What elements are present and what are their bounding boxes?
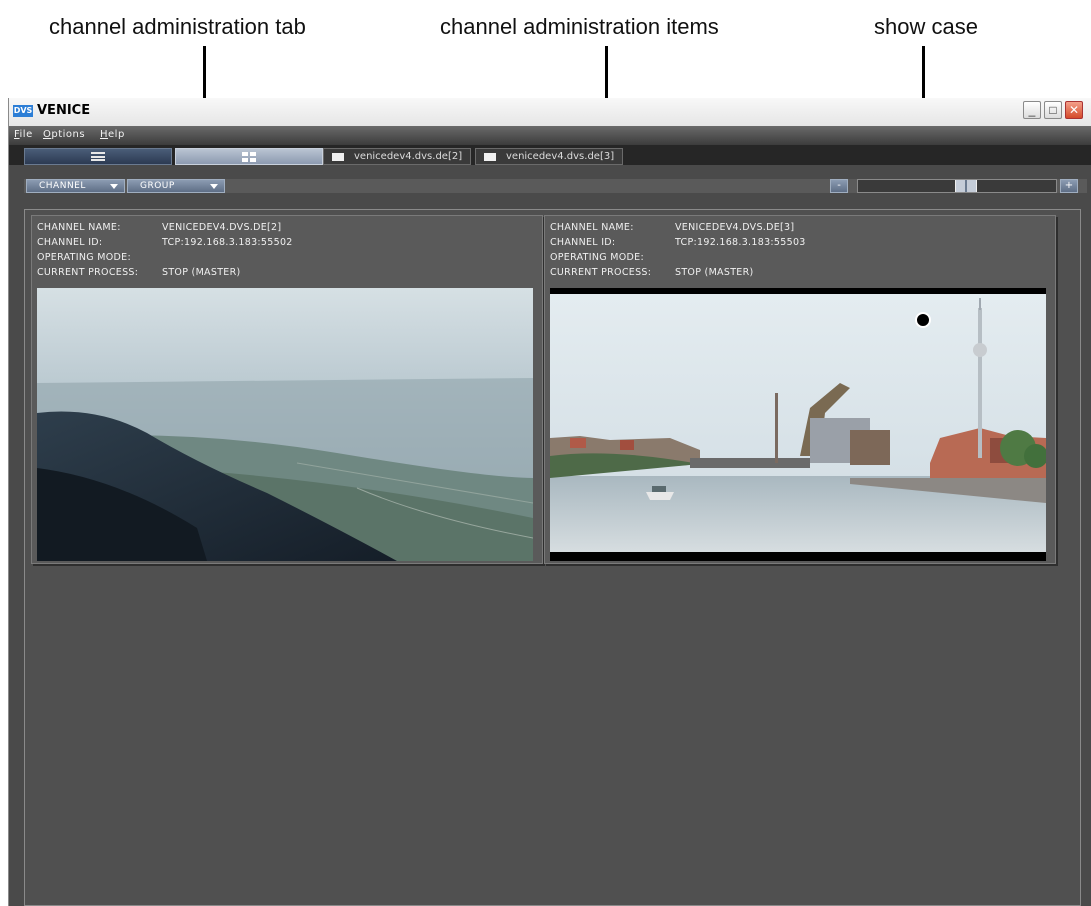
- menu-options[interactable]: Options: [43, 129, 85, 140]
- channel-dropdown[interactable]: CHANNEL: [26, 179, 125, 193]
- operating-mode-row: OPERATING MODE:: [37, 250, 537, 265]
- channel-name-value: VENICEDEV4.DVS.DE[2]: [162, 222, 282, 233]
- landscape-image: [37, 288, 533, 561]
- channel-name-row: CHANNEL NAME: VENICEDEV4.DVS.DE[3]: [550, 220, 1050, 235]
- channel-id-value: TCP:192.168.3.183:55503: [675, 237, 806, 248]
- channel-id-label: CHANNEL ID:: [37, 237, 103, 248]
- current-process-label: CURRENT PROCESS:: [37, 267, 139, 278]
- menu-file[interactable]: File: [14, 129, 33, 140]
- channel-administration-toolbar: CHANNEL GROUP - +: [9, 165, 1091, 197]
- chevron-down-icon: [210, 184, 218, 189]
- tab-channel-2-label: venicedev4.dvs.de[2]: [354, 151, 463, 162]
- zoom-slider-thumb[interactable]: [955, 180, 977, 192]
- channel-id-value: TCP:192.168.3.183:55502: [162, 237, 293, 248]
- tab-list-view[interactable]: [24, 148, 172, 165]
- view-tab-bar: venicedev4.dvs.de[2] venicedev4.dvs.de[3…: [9, 145, 1091, 165]
- app-logo-icon: DVS: [13, 105, 33, 117]
- channel-info: CHANNEL NAME: VENICEDEV4.DVS.DE[2] CHANNE…: [37, 220, 537, 280]
- channel-name-row: CHANNEL NAME: VENICEDEV4.DVS.DE[2]: [37, 220, 537, 235]
- app-window: DVS VENICE _ □ ✕ File Options Help venic…: [8, 98, 1091, 906]
- tab-channel-3-label: venicedev4.dvs.de[3]: [506, 151, 615, 162]
- close-button[interactable]: ✕: [1065, 101, 1083, 119]
- zoom-slider[interactable]: [857, 179, 1057, 193]
- channel-info: CHANNEL NAME: VENICEDEV4.DVS.DE[3] CHANNE…: [550, 220, 1050, 280]
- zoom-in-button[interactable]: +: [1060, 179, 1078, 193]
- callout-label-items: channel administration items: [440, 14, 719, 39]
- operating-mode-label: OPERATING MODE:: [550, 252, 644, 263]
- channel-name-label: CHANNEL NAME:: [37, 222, 121, 233]
- menu-help[interactable]: Help: [100, 129, 125, 140]
- group-dropdown[interactable]: GROUP: [127, 179, 225, 193]
- monitor-icon: [484, 153, 496, 161]
- channel-panel[interactable]: CHANNEL NAME: VENICEDEV4.DVS.DE[2] CHANNE…: [31, 215, 543, 564]
- zoom-out-button[interactable]: -: [830, 179, 848, 193]
- list-view-icon: [91, 152, 105, 161]
- maximize-button[interactable]: □: [1044, 101, 1062, 119]
- channel-id-label: CHANNEL ID:: [550, 237, 616, 248]
- channel-id-row: CHANNEL ID: TCP:192.168.3.183:55503: [550, 235, 1050, 250]
- tab-channel-administration[interactable]: [175, 148, 323, 165]
- monitor-icon: [332, 153, 344, 161]
- grid-view-icon: [242, 152, 256, 162]
- current-process-label: CURRENT PROCESS:: [550, 267, 652, 278]
- group-dropdown-label: GROUP: [140, 181, 175, 191]
- chevron-down-icon: [110, 184, 118, 189]
- current-process-row: CURRENT PROCESS: STOP (MASTER): [37, 265, 537, 280]
- tab-channel-3[interactable]: venicedev4.dvs.de[3]: [475, 148, 623, 165]
- river-image: [550, 294, 1046, 552]
- channel-name-value: VENICEDEV4.DVS.DE[3]: [675, 222, 795, 233]
- window-title: VENICE: [37, 103, 91, 118]
- channel-panel[interactable]: CHANNEL NAME: VENICEDEV4.DVS.DE[3] CHANNE…: [544, 215, 1056, 564]
- current-process-value: STOP (MASTER): [675, 267, 754, 278]
- video-preview-landscape[interactable]: [37, 288, 533, 561]
- current-process-row: CURRENT PROCESS: STOP (MASTER): [550, 265, 1050, 280]
- channel-dropdown-label: CHANNEL: [39, 181, 86, 191]
- channel-id-row: CHANNEL ID: TCP:192.168.3.183:55502: [37, 235, 537, 250]
- callout-label-showcase: show case: [874, 14, 978, 39]
- callout-label-tab: channel administration tab: [49, 14, 306, 39]
- channel-name-label: CHANNEL NAME:: [550, 222, 634, 233]
- callout-dot-showcase: [915, 312, 931, 328]
- operating-mode-label: OPERATING MODE:: [37, 252, 131, 263]
- title-bar[interactable]: DVS VENICE _ □ ✕: [9, 98, 1091, 127]
- menu-bar: File Options Help: [9, 126, 1091, 145]
- video-preview-river[interactable]: [550, 288, 1046, 561]
- current-process-value: STOP (MASTER): [162, 267, 241, 278]
- tab-channel-2[interactable]: venicedev4.dvs.de[2]: [323, 148, 471, 165]
- minimize-button[interactable]: _: [1023, 101, 1041, 119]
- operating-mode-row: OPERATING MODE:: [550, 250, 1050, 265]
